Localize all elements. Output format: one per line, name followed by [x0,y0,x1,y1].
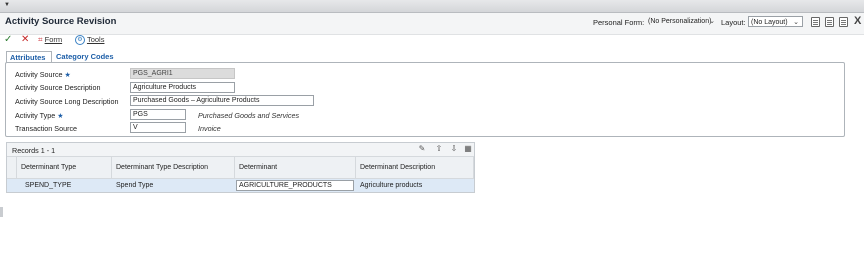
tab-category-codes[interactable]: Category Codes [53,51,117,62]
activity-source-label: Activity Source ★ [15,70,71,79]
help-icon[interactable] [839,17,848,27]
activity-source-long-description-field[interactable]: Purchased Goods – Agriculture Products [130,95,314,106]
column-header-determinant-type[interactable]: Determinant Type [17,157,112,179]
chevron-down-icon: ⌄ [709,18,715,25]
layout-select[interactable]: (No Layout) ⌄ [748,16,803,27]
document-icon[interactable] [825,17,834,27]
cell-determinant-type-description: Spend Type [116,182,154,189]
personal-form-select[interactable]: (No Personalization) ⌄ [646,16,718,27]
records-count: Records 1 - 1 [12,146,56,155]
required-icon: ★ [64,72,71,79]
cell-determinant-description: Agriculture products [360,182,423,189]
personal-form-label: Personal Form: [593,18,645,27]
activity-type-field[interactable]: PGS [130,109,186,120]
title-bar: Activity Source Revision Personal Form: … [0,13,864,35]
download-icon[interactable]: ⇩ [450,145,458,153]
cell-determinant-input[interactable]: AGRICULTURE_PRODUCTS [236,180,354,191]
layout-label: Layout: [721,18,746,27]
activity-type-label: Activity Type ★ [15,111,64,120]
form-icon: ⌗ [38,35,43,44]
activity-type-description: Purchased Goods and Services [198,111,300,120]
column-header-determinant[interactable]: Determinant [235,157,356,179]
cancel-x-icon[interactable]: ✕ [21,34,29,45]
required-icon: ★ [57,113,64,120]
top-strip: ▼ [0,0,864,13]
ok-check-icon[interactable]: ✓ [4,34,12,45]
activity-source-description-field[interactable]: Agriculture Products [130,82,235,93]
chevron-down-icon: ⌄ [793,19,799,26]
upload-icon[interactable]: ⇧ [435,145,443,153]
row-selector-header [7,157,17,179]
list-icon[interactable] [811,17,820,27]
table-row[interactable]: SPEND_TYPE Spend Type AGRICULTURE_PRODUC… [7,179,474,192]
column-header-determinant-type-description[interactable]: Determinant Type Description [112,157,235,179]
form-label: Form [44,35,63,44]
gear-icon: ⚙ [75,35,85,46]
tools-label: Tools [86,35,105,44]
form-menu[interactable]: ⌗ Form [38,35,62,45]
close-icon[interactable]: X [854,15,861,27]
layout-value: (No Layout) [751,19,788,26]
activity-source-field: PGS_AGRI1 [130,68,235,79]
personal-form-value: (No Personalization) [648,18,712,25]
grid-settings-icon[interactable]: ▦ [464,145,472,153]
edit-icon[interactable]: ✎ [418,145,426,153]
tools-menu[interactable]: ⚙ Tools [75,35,105,46]
left-edge-marker [0,207,3,217]
transaction-source-description: Invoice [198,124,221,133]
activity-source-long-description-label: Activity Source Long Description [15,97,119,106]
activity-source-description-label: Activity Source Description [15,83,101,92]
cell-determinant-type: SPEND_TYPE [25,182,72,189]
grid-header-bar: Records 1 - 1 ✎ ⇧ ⇩ ▦ [7,143,474,157]
transaction-source-label: Transaction Source [15,124,78,133]
collapse-arrow-icon[interactable]: ▼ [4,2,10,8]
toolbar: ✓ ✕ ⌗ Form ⚙ Tools [0,34,864,48]
determinant-grid: Records 1 - 1 ✎ ⇧ ⇩ ▦ Determinant Type D… [6,142,475,193]
transaction-source-field[interactable]: V [130,122,186,133]
column-header-determinant-description[interactable]: Determinant Description [356,157,474,179]
page-title: Activity Source Revision [5,16,117,27]
